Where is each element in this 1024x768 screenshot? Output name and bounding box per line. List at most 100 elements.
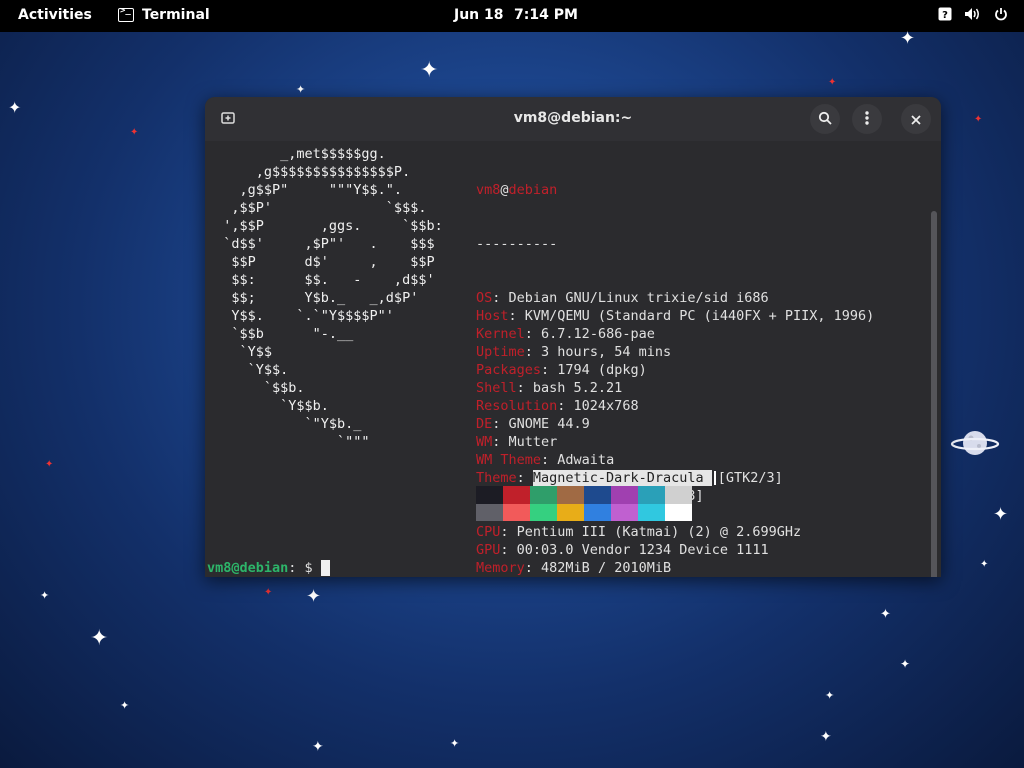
star-decoration: ✦ bbox=[45, 459, 54, 470]
planet-icon bbox=[950, 425, 1000, 465]
palette-swatch bbox=[557, 503, 584, 521]
info-row: Theme: Magnetic-Dark-Dracula [GTK2/3] bbox=[476, 470, 783, 486]
system-tray[interactable]: ? bbox=[938, 7, 1008, 21]
info-row: CPU: Pentium III (Katmai) (2) @ 2.699GHz bbox=[476, 524, 802, 540]
ibeam-cursor bbox=[713, 471, 716, 485]
activities-button[interactable]: Activities bbox=[18, 7, 92, 23]
logo-line: ',$$P ,ggs. `$$b: bbox=[207, 218, 443, 234]
separator-line: ---------- bbox=[476, 236, 558, 252]
star-decoration: ✦ bbox=[40, 589, 50, 602]
palette-swatch bbox=[665, 503, 692, 521]
logo-line: _,met$$$$$gg. bbox=[207, 146, 386, 162]
info-value: 6.7.12-686-pae bbox=[541, 326, 655, 342]
title-bar[interactable]: vm8@debian:~ bbox=[205, 97, 941, 141]
info-row: Shell: bash 5.2.21 bbox=[476, 380, 623, 396]
user-host-line: vm8@debian bbox=[476, 182, 558, 198]
info-row: Uptime: 3 hours, 54 mins bbox=[476, 344, 672, 360]
info-row: OS: Debian GNU/Linux trixie/sid i686 bbox=[476, 290, 769, 306]
star-decoration: ✦ bbox=[120, 699, 130, 712]
star-decoration: ✦ bbox=[820, 729, 832, 745]
info-rows: OS: Debian GNU/Linux trixie/sid i686 Host… bbox=[476, 289, 874, 577]
star-decoration: ✦ bbox=[420, 58, 439, 83]
info-key: Resolution bbox=[476, 398, 558, 414]
star-decoration: ✦ bbox=[900, 657, 911, 671]
star-decoration: ✦ bbox=[306, 586, 322, 607]
info-value: [GTK2/3] bbox=[717, 470, 783, 486]
info-row: Kernel: 6.7.12-686-pae bbox=[476, 326, 655, 342]
palette-swatch bbox=[638, 503, 665, 521]
palette-swatch bbox=[530, 486, 557, 504]
logo-line: `"Y$b._ bbox=[207, 416, 362, 432]
palette-swatch bbox=[665, 486, 692, 504]
shell-prompt[interactable]: vm8@debian: $ bbox=[207, 559, 330, 577]
terminal-window[interactable]: vm8@debian:~ _,met$$$$$gg. ,g$$$$$$$$$$$… bbox=[205, 97, 941, 577]
scrollbar[interactable] bbox=[931, 211, 937, 577]
menu-icon bbox=[865, 110, 869, 129]
logo-line: $$P d$' , $$P bbox=[207, 254, 435, 270]
info-row: WM: Mutter bbox=[476, 434, 558, 450]
logo-line: `Y$$ bbox=[207, 344, 273, 360]
info-key: Theme bbox=[476, 470, 517, 486]
star-decoration: ✦ bbox=[312, 739, 324, 755]
star-decoration: ✦ bbox=[450, 737, 460, 750]
clock-time[interactable]: 7:14 PM bbox=[514, 7, 578, 23]
help-icon[interactable]: ? bbox=[938, 7, 952, 21]
app-menu[interactable]: Terminal bbox=[118, 6, 210, 23]
info-row: GPU: 00:03.0 Vendor 1234 Device 1111 bbox=[476, 542, 769, 558]
palette-swatch bbox=[611, 486, 638, 504]
palette-swatch bbox=[530, 503, 557, 521]
palette-swatch bbox=[557, 486, 584, 504]
star-decoration: ✦ bbox=[130, 127, 139, 138]
info-row: DE: GNOME 44.9 bbox=[476, 416, 590, 432]
volume-icon[interactable] bbox=[964, 7, 982, 21]
info-value: 3 hours, 54 mins bbox=[541, 344, 672, 360]
info-key: Uptime bbox=[476, 344, 525, 360]
search-button[interactable] bbox=[810, 104, 840, 134]
info-key: GPU bbox=[476, 542, 501, 558]
star-decoration: ✦ bbox=[980, 559, 989, 570]
info-value: Adwaita bbox=[557, 452, 615, 468]
menu-button[interactable] bbox=[852, 104, 882, 134]
info-row: Resolution: 1024x768 bbox=[476, 398, 639, 414]
info-key: Shell bbox=[476, 380, 517, 396]
terminal-app-icon bbox=[118, 6, 134, 22]
logo-line: `$$b. bbox=[207, 380, 305, 396]
info-key: WM bbox=[476, 434, 493, 450]
star-decoration: ✦ bbox=[8, 98, 22, 117]
star-decoration: ✦ bbox=[90, 626, 109, 651]
info-row: WM Theme: Adwaita bbox=[476, 452, 615, 468]
logo-line: `$$b "-.__ bbox=[207, 326, 354, 342]
info-value: Pentium III (Katmai) (2) @ 2.699GHz bbox=[516, 524, 802, 540]
logo-line: Y$$. `.`"Y$$$$P"' bbox=[207, 308, 394, 324]
info-value: Debian GNU/Linux trixie/sid i686 bbox=[508, 290, 769, 306]
palette-swatch bbox=[611, 503, 638, 521]
info-key: CPU bbox=[476, 524, 501, 540]
logo-line: ,$$P' `$$$. bbox=[207, 200, 427, 216]
clock-date[interactable]: Jun 18 bbox=[454, 7, 504, 23]
info-value: KVM/QEMU (Standard PC (i440FX + PIIX, 19… bbox=[524, 308, 875, 324]
logo-line: `""" bbox=[207, 434, 370, 450]
terminal-content[interactable]: _,met$$$$$gg. ,g$$$$$$$$$$$$$$$P. ,g$$P"… bbox=[205, 141, 941, 577]
app-name: Terminal bbox=[142, 7, 210, 23]
logo-line: ,g$$$$$$$$$$$$$$$P. bbox=[207, 164, 411, 180]
logo-line: `Y$$b. bbox=[207, 398, 329, 414]
palette-swatch bbox=[584, 503, 611, 521]
info-value: bash 5.2.21 bbox=[532, 380, 623, 396]
info-value: 1794 (dpkg) bbox=[557, 362, 647, 378]
close-button[interactable] bbox=[901, 104, 931, 134]
info-key: OS bbox=[476, 290, 493, 306]
info-value: GNOME 44.9 bbox=[508, 416, 590, 432]
info-value: 1024x768 bbox=[573, 398, 639, 414]
info-row: Memory: 482MiB / 2010MiB bbox=[476, 560, 672, 576]
info-key: DE bbox=[476, 416, 493, 432]
power-icon[interactable] bbox=[994, 7, 1008, 21]
debian-ascii-logo: _,met$$$$$gg. ,g$$$$$$$$$$$$$$$P. ,g$$P"… bbox=[207, 145, 443, 451]
logo-line: $$; Y$b._ _,d$P' bbox=[207, 290, 419, 306]
star-decoration: ✦ bbox=[974, 114, 983, 125]
palette-swatch bbox=[476, 486, 503, 504]
palette-swatch bbox=[476, 503, 503, 521]
text-cursor bbox=[320, 560, 330, 576]
info-value: Mutter bbox=[508, 434, 558, 450]
palette-swatch bbox=[503, 486, 530, 504]
star-decoration: ✦ bbox=[296, 83, 306, 96]
